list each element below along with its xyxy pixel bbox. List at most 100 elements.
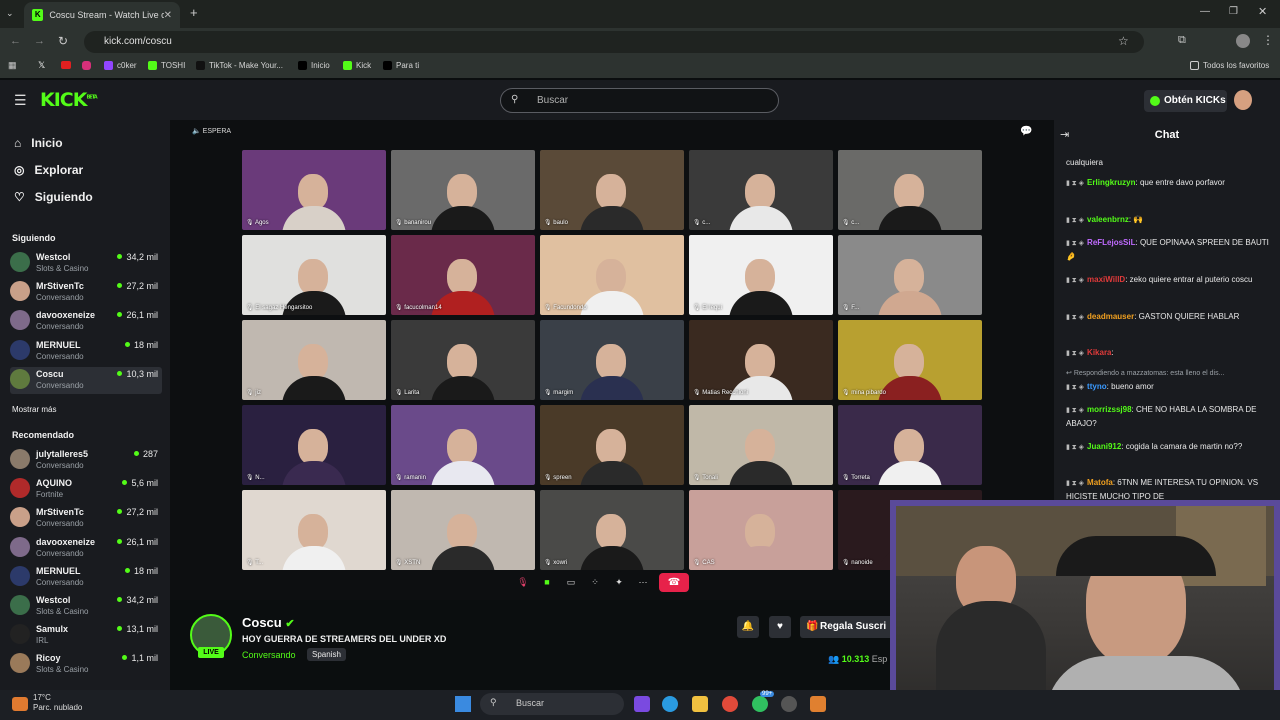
close-window-icon[interactable]: ✕	[1258, 5, 1267, 18]
effects-icon[interactable]: ✦	[611, 577, 627, 589]
gift-subscription-button[interactable]: 🎁 Regala Suscri	[800, 616, 900, 638]
sidebar-channel[interactable]: Westcol Slots & Casino 34,2 mil	[10, 250, 162, 277]
hang-up-button[interactable]: ☎	[659, 573, 689, 592]
search-input[interactable]: ⚲ Buscar	[500, 88, 779, 113]
menu-hamburger-icon[interactable]: ☰	[14, 92, 27, 109]
browser-tab[interactable]: K Coscu Stream - Watch Live on ✕	[24, 2, 180, 28]
telegram-icon[interactable]	[662, 696, 678, 712]
bookmark-kick[interactable]: Kick	[343, 61, 371, 70]
sidebar-channel[interactable]: Coscu Conversando 10,3 mil	[10, 366, 162, 394]
language-tag[interactable]: Spanish	[307, 648, 346, 661]
participant-tile[interactable]: 🎙 F...	[838, 235, 982, 315]
minimize-icon[interactable]: —	[1200, 6, 1210, 17]
apps-grid-icon[interactable]: ▦	[8, 60, 17, 71]
participant-tile[interactable]: 🎙 XSTN	[391, 490, 535, 570]
new-tab-button[interactable]: +	[190, 5, 198, 20]
sidebar-channel[interactable]: davooxeneize Conversando 26,1 mil	[10, 308, 162, 335]
x-bookmark-icon[interactable]: 𝕏	[38, 60, 45, 71]
url-input[interactable]: kick.com/coscu	[84, 31, 1144, 53]
nav-home[interactable]: ⌂ Inicio	[14, 136, 63, 150]
participant-tile[interactable]: 🎙 Tonali	[689, 405, 833, 485]
browser-menu-icon[interactable]: ⋮	[1262, 33, 1274, 47]
participant-tile[interactable]: 🎙 spreen	[540, 405, 684, 485]
participant-tile[interactable]: 🎙 jiz	[242, 320, 386, 400]
sidebar-channel[interactable]: MrStivenTc Conversando 27,2 mil	[10, 505, 162, 532]
back-icon[interactable]: ←	[10, 35, 21, 47]
sidebar-channel[interactable]: Ricoy Slots & Casino 1,1 mil	[10, 651, 162, 678]
bookmark-c0ker[interactable]: c0ker	[104, 61, 137, 70]
whatsapp-icon[interactable]	[752, 696, 768, 712]
screen-share-icon[interactable]: ▭	[563, 577, 579, 589]
chat-username[interactable]: deadmauser	[1087, 312, 1134, 321]
extensions-icon[interactable]: ⧉	[1178, 34, 1186, 47]
participant-tile[interactable]: 🎙 Torreta	[838, 405, 982, 485]
sidebar-channel[interactable]: MERNUEL Conversando 18 mil	[10, 338, 162, 365]
taskbar-search[interactable]: ⚲ Buscar	[480, 693, 624, 715]
youtube-bookmark-icon[interactable]	[61, 61, 71, 69]
nav-following[interactable]: ♡ Siguiendo	[14, 190, 93, 204]
bookmark-tiktok[interactable]: TikTok - Make Your...	[196, 61, 283, 70]
stream-category[interactable]: Conversando	[242, 650, 296, 660]
bookmark-para-ti[interactable]: Para ti	[383, 61, 419, 70]
instagram-bookmark-icon[interactable]	[82, 61, 91, 70]
show-more-link[interactable]: Mostrar más	[12, 405, 56, 414]
sidebar-channel[interactable]: julytalleres5 Conversando 287	[10, 447, 162, 474]
notification-bell-icon[interactable]: 🔔	[737, 616, 759, 638]
bookmark-toshi[interactable]: TOSHI	[148, 61, 185, 70]
discord-icon[interactable]	[634, 696, 650, 712]
chat-username[interactable]: Erlingkruzyn	[1087, 178, 1135, 187]
follow-heart-icon[interactable]: ♥	[769, 616, 791, 638]
participant-tile[interactable]: 🎙 Larita	[391, 320, 535, 400]
participant-tile[interactable]: 🎙 ramanin	[391, 405, 535, 485]
forward-icon[interactable]: →	[34, 35, 45, 47]
chat-username[interactable]: ReFLejosSiL	[1087, 238, 1135, 247]
restore-icon[interactable]: ❐	[1229, 6, 1238, 17]
bookmark-star-icon[interactable]: ☆	[1118, 34, 1129, 48]
participant-tile[interactable]: 🎙 c...	[838, 150, 982, 230]
more-options-icon[interactable]: ⋯	[635, 577, 651, 589]
reload-icon[interactable]: ↻	[58, 34, 68, 48]
bookmark-inicio[interactable]: Inicio	[298, 61, 330, 70]
participant-tile[interactable]: 🎙 bananirou	[391, 150, 535, 230]
close-tab-icon[interactable]: ✕	[164, 10, 172, 21]
participant-tile[interactable]: 🎙 mina pibardo	[838, 320, 982, 400]
sidebar-channel[interactable]: Samulx IRL 13,1 mil	[10, 622, 162, 649]
participant-tile[interactable]: 🎙 T...	[242, 490, 386, 570]
chat-username[interactable]: ttyno	[1087, 382, 1107, 391]
participant-tile[interactable]: 🎙 facucolman14	[391, 235, 535, 315]
tab-list-icon[interactable]: ⌄	[6, 8, 14, 19]
nav-explore[interactable]: ◎ Explorar	[14, 163, 83, 177]
sidebar-channel[interactable]: davooxeneize Conversando 26,1 mil	[10, 535, 162, 562]
sidebar-channel[interactable]: MERNUEL Conversando 18 mil	[10, 564, 162, 591]
participant-tile[interactable]: 🎙 El lequi	[689, 235, 833, 315]
participant-tile[interactable]: 🎙 CAS	[689, 490, 833, 570]
chat-username[interactable]: Kikara	[1087, 348, 1111, 357]
windows-start-icon[interactable]	[455, 696, 471, 712]
participant-tile[interactable]: 🎙 c...	[689, 150, 833, 230]
other-bookmarks[interactable]: Todos los favoritos	[1190, 61, 1269, 70]
weather-icon[interactable]	[12, 697, 28, 711]
profile-avatar[interactable]	[1236, 34, 1250, 48]
participant-tile[interactable]: 🎙 N...	[242, 405, 386, 485]
chrome-icon[interactable]	[722, 696, 738, 712]
grid-view-icon[interactable]: ⁘	[587, 577, 603, 589]
get-kicks-button[interactable]: Obtén KICKs	[1144, 90, 1227, 112]
participant-tile[interactable]: 🎙 xowri	[540, 490, 684, 570]
app-icon[interactable]	[781, 696, 797, 712]
participant-tile[interactable]: 🎙 Matias Recchioni	[689, 320, 833, 400]
chat-username[interactable]: maxiWillD	[1087, 275, 1125, 284]
chat-username[interactable]: morrizssj98	[1087, 405, 1131, 414]
chat-bubble-icon[interactable]: 💬	[1020, 126, 1032, 137]
user-avatar[interactable]	[1234, 90, 1252, 110]
sidebar-channel[interactable]: MrStivenTc Conversando 27,2 mil	[10, 279, 162, 306]
streamer-name-row[interactable]: Coscu ✔	[242, 615, 295, 630]
participant-tile[interactable]: 🎙 El sagaz Hengarsitoo	[242, 235, 386, 315]
vlc-icon[interactable]	[810, 696, 826, 712]
file-explorer-icon[interactable]	[692, 696, 708, 712]
participant-tile[interactable]: 🎙 baulo	[540, 150, 684, 230]
participant-tile[interactable]: 🎙 Facundondo	[540, 235, 684, 315]
kick-logo[interactable]: KICKBETA	[40, 89, 98, 111]
participant-tile[interactable]: 🎙 margim	[540, 320, 684, 400]
sidebar-channel[interactable]: AQUINO Fortnite 5,6 mil	[10, 476, 162, 503]
mute-mic-icon[interactable]: 🎙	[515, 577, 531, 589]
